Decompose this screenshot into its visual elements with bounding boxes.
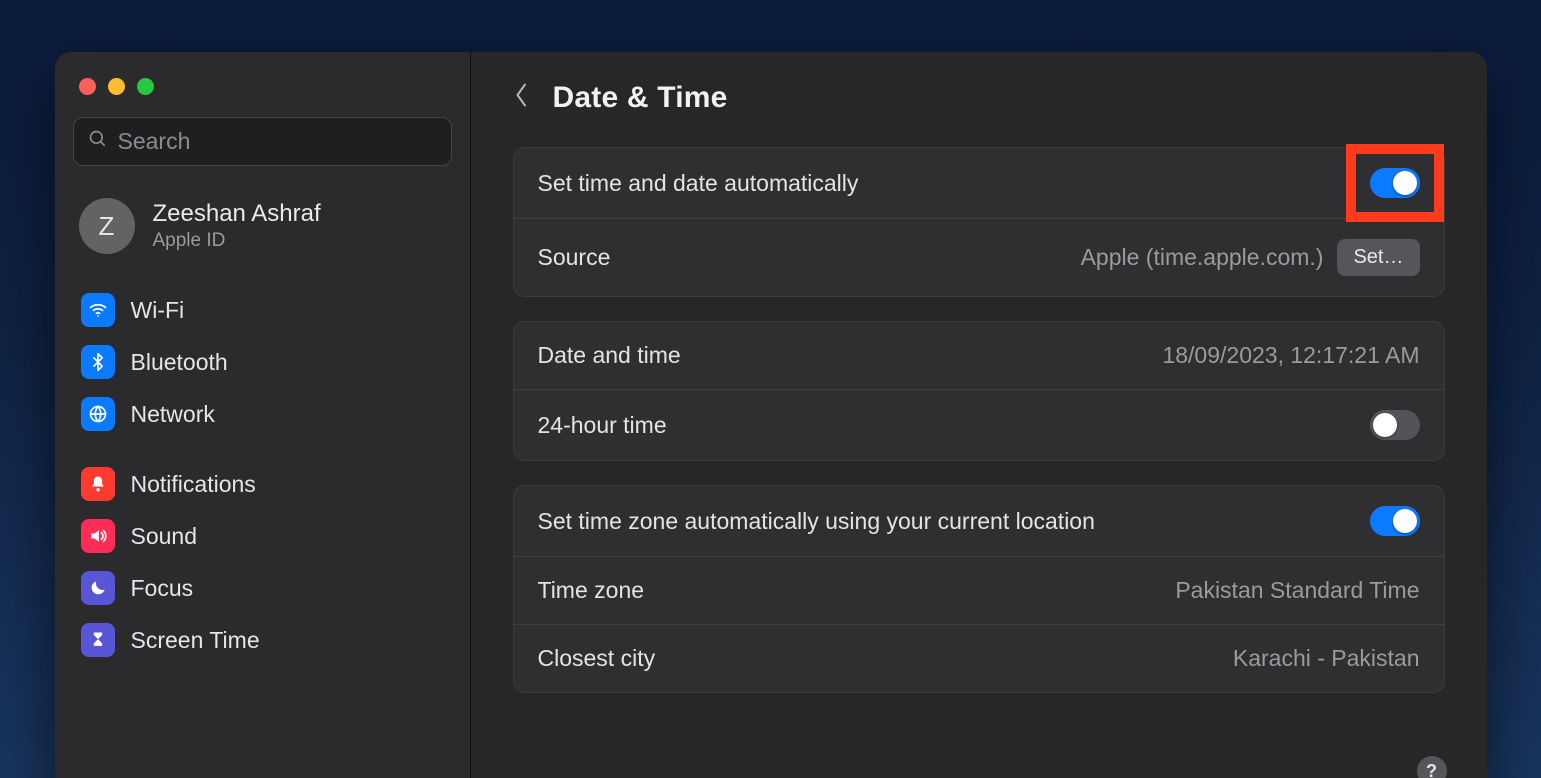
sidebar-item-sound[interactable]: Sound [73, 510, 452, 562]
row-source: Source Apple (time.apple.com.) Set… [514, 218, 1444, 296]
sidebar-item-wifi[interactable]: Wi-Fi [73, 284, 452, 336]
sidebar-group-focus: Notifications Sound Focus Screen Time [73, 458, 452, 666]
minimize-window-button[interactable] [108, 78, 125, 95]
speaker-icon [81, 519, 115, 553]
row-label: 24-hour time [538, 412, 667, 439]
content-header: Date & Time [513, 80, 1445, 115]
row-label: Source [538, 244, 611, 271]
row-24hour: 24-hour time [514, 389, 1444, 460]
toggle-auto-timezone[interactable] [1370, 506, 1420, 536]
sidebar-item-focus[interactable]: Focus [73, 562, 452, 614]
toggle-24-hour[interactable] [1370, 410, 1420, 440]
row-label: Set time and date automatically [538, 170, 859, 197]
search-icon [88, 129, 108, 154]
row-label: Set time zone automatically using your c… [538, 508, 1095, 535]
sidebar-item-bluetooth[interactable]: Bluetooth [73, 336, 452, 388]
search-field[interactable] [73, 117, 452, 166]
row-auto-time: Set time and date automatically [514, 148, 1444, 218]
sidebar-item-network[interactable]: Network [73, 388, 452, 440]
maximize-window-button[interactable] [137, 78, 154, 95]
datetime-value: 18/09/2023, 12:17:21 AM [1162, 342, 1419, 369]
panel-date-time: Date and time 18/09/2023, 12:17:21 AM 24… [513, 321, 1445, 461]
sidebar-item-screen-time[interactable]: Screen Time [73, 614, 452, 666]
panel-time-source: Set time and date automatically Source A… [513, 147, 1445, 297]
sidebar-item-label: Sound [131, 523, 198, 550]
timezone-value: Pakistan Standard Time [1175, 577, 1419, 604]
search-input[interactable] [118, 128, 437, 155]
hourglass-icon [81, 623, 115, 657]
sidebar-item-label: Wi-Fi [131, 297, 185, 324]
row-date-time: Date and time 18/09/2023, 12:17:21 AM [514, 322, 1444, 389]
wifi-icon [81, 293, 115, 327]
sidebar-item-label: Focus [131, 575, 194, 602]
closest-city-value: Karachi - Pakistan [1233, 645, 1420, 672]
row-label: Time zone [538, 577, 645, 604]
apple-id-account[interactable]: Z Zeeshan Ashraf Apple ID [73, 192, 452, 278]
back-button[interactable] [513, 80, 531, 115]
page-title: Date & Time [553, 81, 728, 115]
close-window-button[interactable] [79, 78, 96, 95]
row-label: Closest city [538, 645, 656, 672]
help-button[interactable]: ? [1417, 756, 1447, 778]
panel-timezone: Set time zone automatically using your c… [513, 485, 1445, 693]
row-timezone: Time zone Pakistan Standard Time [514, 556, 1444, 624]
sidebar-item-label: Bluetooth [131, 349, 228, 376]
bluetooth-icon [81, 345, 115, 379]
row-auto-timezone: Set time zone automatically using your c… [514, 486, 1444, 556]
avatar: Z [79, 198, 135, 254]
moon-icon [81, 571, 115, 605]
sidebar-item-notifications[interactable]: Notifications [73, 458, 452, 510]
sidebar-item-label: Screen Time [131, 627, 260, 654]
account-name: Zeeshan Ashraf [153, 200, 321, 228]
row-label: Date and time [538, 342, 681, 369]
set-source-button[interactable]: Set… [1337, 239, 1419, 276]
sidebar-group-network: Wi-Fi Bluetooth Network [73, 284, 452, 440]
source-value: Apple (time.apple.com.) [1081, 244, 1324, 271]
window-controls [79, 78, 452, 95]
globe-icon [81, 397, 115, 431]
row-closest-city: Closest city Karachi - Pakistan [514, 624, 1444, 692]
main-content: Date & Time Set time and date automatica… [471, 52, 1487, 778]
bell-icon [81, 467, 115, 501]
sidebar: Z Zeeshan Ashraf Apple ID Wi-Fi Bluetoot… [55, 52, 471, 778]
settings-window: Z Zeeshan Ashraf Apple ID Wi-Fi Bluetoot… [55, 52, 1487, 778]
toggle-auto-time[interactable] [1370, 168, 1420, 198]
sidebar-item-label: Notifications [131, 471, 256, 498]
sidebar-item-label: Network [131, 401, 215, 428]
account-subtitle: Apple ID [153, 230, 321, 252]
